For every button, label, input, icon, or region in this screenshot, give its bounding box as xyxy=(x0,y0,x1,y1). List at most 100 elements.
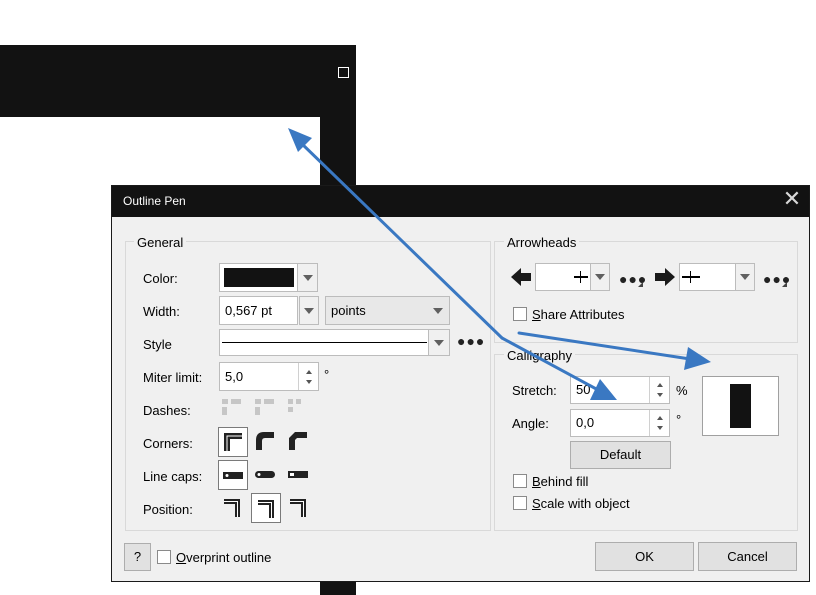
line-cap-round-toggle[interactable] xyxy=(251,460,281,490)
line-cap-butt-toggle[interactable] xyxy=(218,460,248,490)
corner-bevel-toggle[interactable] xyxy=(284,427,314,457)
dropdown-arrow-icon xyxy=(595,274,605,280)
spin-down-icon[interactable] xyxy=(306,380,312,384)
color-picker[interactable] xyxy=(219,263,318,292)
position-outside-toggle[interactable] xyxy=(218,493,248,523)
share-attributes-checkbox[interactable] xyxy=(513,307,527,321)
line-caps-label: Line caps: xyxy=(143,469,203,484)
stretch-label: Stretch: xyxy=(512,383,557,398)
miter-limit-value: 5,0 xyxy=(225,369,244,384)
default-button[interactable]: Default xyxy=(570,441,671,469)
dropdown-arrow-icon xyxy=(304,308,314,314)
corner-icon xyxy=(289,432,307,450)
line-cap-icon xyxy=(255,471,275,478)
spin-down-icon[interactable] xyxy=(657,393,663,397)
line-cap-square-toggle[interactable] xyxy=(284,460,314,490)
dialog-titlebar: Outline Pen ✕ xyxy=(112,186,809,217)
corners-label: Corners: xyxy=(143,436,193,451)
end-arrowhead-select[interactable] xyxy=(679,263,755,291)
miter-limit-input[interactable]: 5,0 xyxy=(219,362,319,391)
corner-icon xyxy=(224,433,242,451)
annotation-arrowhead xyxy=(288,128,312,152)
start-arrowhead-dropdown[interactable] xyxy=(590,264,609,290)
width-value: 0,567 pt xyxy=(225,303,272,318)
outline-pen-dialog: Outline Pen ✕ General Color: Width: 0,56… xyxy=(111,185,810,582)
more-options-icon[interactable]: ●●● xyxy=(457,333,485,349)
help-button[interactable]: ? xyxy=(124,543,151,571)
canvas-black-shape-bottom xyxy=(320,582,356,595)
stretch-value: 50 xyxy=(576,382,591,397)
selection-handle[interactable] xyxy=(338,67,349,78)
position-center-toggle[interactable] xyxy=(251,493,281,523)
stretch-input[interactable]: 50 xyxy=(570,376,670,404)
width-input[interactable]: 0,567 pt xyxy=(219,296,298,325)
ok-button[interactable]: OK xyxy=(595,542,694,571)
style-dropdown-button[interactable] xyxy=(428,330,449,355)
spin-up-icon[interactable] xyxy=(657,416,663,420)
dialog-title: Outline Pen xyxy=(123,194,186,208)
start-arrowhead-select[interactable] xyxy=(535,263,610,291)
scale-with-object-label[interactable]: Scale with object xyxy=(532,496,630,511)
position-icon xyxy=(258,500,274,518)
position-inside-toggle[interactable] xyxy=(284,493,314,523)
color-swatch xyxy=(224,268,294,287)
right-arrowhead-icon xyxy=(655,268,675,286)
nib-shape xyxy=(730,384,751,428)
corner-icon xyxy=(256,432,274,450)
miter-limit-label: Miter limit: xyxy=(143,370,203,385)
end-arrowhead-dropdown[interactable] xyxy=(735,264,754,290)
more-options-corner-icon xyxy=(782,282,787,287)
start-arrowhead-tick xyxy=(580,271,581,283)
overprint-outline-checkbox[interactable] xyxy=(157,550,171,564)
close-icon[interactable]: ✕ xyxy=(781,188,803,211)
dropdown-arrow-icon xyxy=(433,308,443,314)
behind-fill-checkbox[interactable] xyxy=(513,474,527,488)
position-icon xyxy=(290,499,306,517)
calligraphy-group-title: Calligraphy xyxy=(504,348,576,363)
end-arrowhead-tick xyxy=(690,271,691,283)
canvas-black-shape-right xyxy=(320,117,356,187)
angle-spinner[interactable] xyxy=(649,410,669,436)
behind-fill-label[interactable]: Behind fill xyxy=(532,474,588,489)
dash-icon xyxy=(255,399,274,415)
dropdown-arrow-icon xyxy=(434,340,444,346)
spin-up-icon[interactable] xyxy=(306,370,312,374)
angle-unit: ° xyxy=(676,412,682,427)
dropdown-arrow-icon xyxy=(740,274,750,280)
end-arrowhead-preview xyxy=(682,276,700,278)
miter-limit-unit: ° xyxy=(324,367,330,382)
stretch-unit: % xyxy=(676,383,688,398)
canvas-black-shape-top xyxy=(0,45,356,117)
position-label: Position: xyxy=(143,502,193,517)
style-select[interactable] xyxy=(219,329,450,356)
width-dropdown-button[interactable] xyxy=(299,296,319,325)
units-value: points xyxy=(331,303,366,318)
general-group-title: General xyxy=(134,235,187,250)
miter-spinner[interactable] xyxy=(298,363,318,390)
color-dropdown-button[interactable] xyxy=(297,264,317,291)
more-options-icon[interactable]: ●●● xyxy=(619,271,647,287)
width-label: Width: xyxy=(143,304,180,319)
corner-round-toggle[interactable] xyxy=(251,427,281,457)
dash-icon xyxy=(222,399,241,415)
dash-icon xyxy=(288,399,301,412)
color-label: Color: xyxy=(143,271,178,286)
corner-miter-toggle[interactable] xyxy=(218,427,248,457)
more-options-icon[interactable]: ●●● xyxy=(763,271,791,287)
overprint-outline-label[interactable]: Overprint outline xyxy=(176,550,271,565)
spin-down-icon[interactable] xyxy=(657,426,663,430)
style-line-preview xyxy=(222,342,427,343)
share-attributes-label[interactable]: Share Attributes xyxy=(532,307,625,322)
position-icon xyxy=(224,499,240,517)
angle-label: Angle: xyxy=(512,416,549,431)
spin-up-icon[interactable] xyxy=(657,383,663,387)
angle-value: 0,0 xyxy=(576,415,595,430)
units-select[interactable]: points xyxy=(325,296,450,325)
angle-input[interactable]: 0,0 xyxy=(570,409,670,437)
cancel-button[interactable]: Cancel xyxy=(698,542,797,571)
stretch-spinner[interactable] xyxy=(649,377,669,403)
calligraphy-preview xyxy=(702,376,779,436)
more-options-corner-icon xyxy=(638,282,643,287)
scale-with-object-checkbox[interactable] xyxy=(513,496,527,510)
style-label: Style xyxy=(143,337,172,352)
